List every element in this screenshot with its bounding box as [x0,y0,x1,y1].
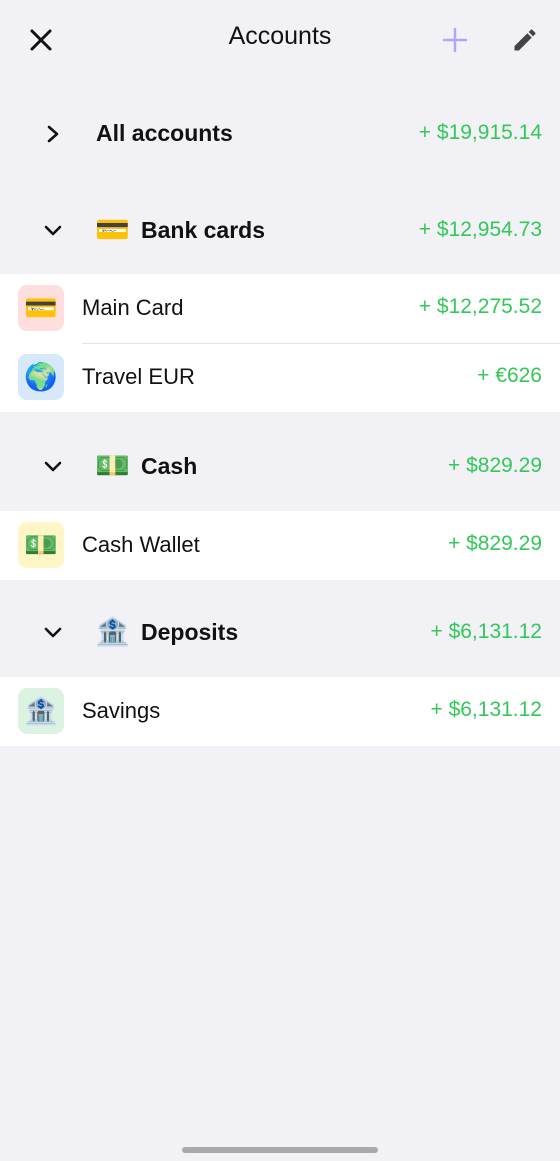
all-accounts-row[interactable]: All accounts + $19,915.14 [0,104,560,164]
bank-icon: 🏦 [18,688,64,734]
group-label: Cash [141,453,198,479]
account-amount: + €626 [477,364,542,387]
group-amount: + $12,954.73 [418,218,542,241]
add-account-button[interactable] [433,18,477,62]
account-item-savings[interactable]: 🏦 Savings + $6,131.12 [0,677,560,746]
banknote-icon: 💵 [95,450,130,481]
account-amount: + $829.29 [447,532,542,555]
pencil-icon [514,29,536,51]
account-item-travel-eur[interactable]: 🌍 Travel EUR + €626 [0,343,560,412]
home-indicator[interactable] [182,1147,378,1153]
group-amount: + $6,131.12 [430,620,542,643]
all-accounts-label: All accounts [96,120,233,146]
all-accounts-amount: + $19,915.14 [418,121,542,144]
plus-icon [442,27,468,53]
account-amount: + $6,131.12 [430,698,542,721]
group-amount: + $829.29 [447,454,542,477]
chevron-right-icon [40,121,66,147]
edit-button[interactable] [503,18,547,62]
account-label: Cash Wallet [82,532,200,557]
cash-list: 💵 Cash Wallet + $829.29 [0,511,560,580]
top-bar: Accounts [0,0,560,80]
chevron-down-icon [40,620,66,646]
chevron-down-icon [40,454,66,480]
bank-cards-list: 💳 Main Card + $12,275.52 🌍 Travel EUR + … [0,274,560,412]
account-label: Main Card [82,295,184,320]
chevron-down-icon [40,218,66,244]
account-item-cash-wallet[interactable]: 💵 Cash Wallet + $829.29 [0,511,560,580]
account-label: Travel EUR [82,364,195,389]
group-row-cash[interactable]: 💵 Cash + $829.29 [0,437,560,497]
banknote-icon: 💵 [18,522,64,568]
bank-icon: 🏦 [95,616,130,647]
credit-card-icon: 💳 [95,214,130,245]
deposits-list: 🏦 Savings + $6,131.12 [0,677,560,746]
credit-card-icon: 💳 [18,285,64,331]
globe-icon: 🌍 [18,354,64,400]
group-label: Deposits [141,619,239,645]
group-row-bank-cards[interactable]: 💳 Bank cards + $12,954.73 [0,201,560,261]
account-item-main-card[interactable]: 💳 Main Card + $12,275.52 [0,274,560,343]
group-label: Bank cards [141,217,266,243]
group-row-deposits[interactable]: 🏦 Deposits + $6,131.12 [0,603,560,663]
account-label: Savings [82,698,161,723]
account-amount: + $12,275.52 [418,295,542,318]
